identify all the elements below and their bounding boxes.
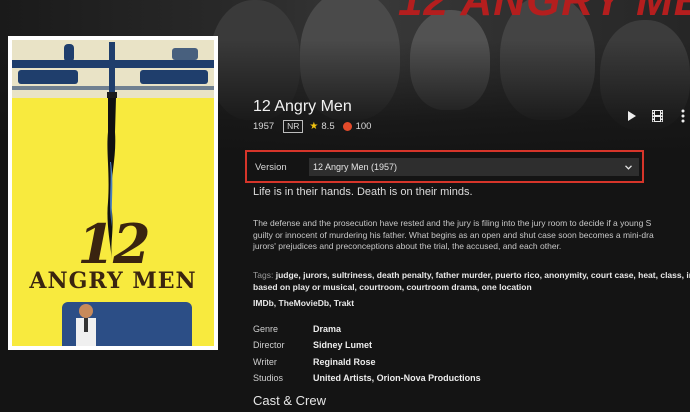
movie-title: 12 Angry Men bbox=[253, 98, 352, 115]
imdb-rating: 8.5 bbox=[321, 120, 335, 132]
credit-value[interactable]: Reginald Rose bbox=[313, 357, 376, 367]
tags: Tags: judge, jurors, sultriness, death p… bbox=[253, 270, 690, 293]
credit-key: Writer bbox=[253, 356, 277, 367]
poster-title-number: 12 bbox=[77, 212, 150, 276]
poster-figure-art bbox=[76, 304, 96, 346]
summary: The defense and the prosecution have res… bbox=[253, 218, 690, 253]
poster-title-text: ANGRY MEN bbox=[29, 268, 197, 294]
cast-crew-heading: Cast & Crew bbox=[253, 393, 326, 408]
external-links[interactable]: IMDb, TheMovieDb, Trakt bbox=[253, 298, 354, 308]
tags-list[interactable]: based on play or musical, courtroom, cou… bbox=[253, 282, 532, 292]
summary-line: jurors' prejudices and preconceptions ab… bbox=[253, 241, 562, 251]
tagline: Life is in their hands. Death is on thei… bbox=[253, 186, 473, 198]
version-select[interactable]: 12 Angry Men (1957) bbox=[309, 158, 639, 176]
content-rating-badge: NR bbox=[283, 119, 304, 133]
poster-image: 12 ANGRY MEN bbox=[12, 40, 214, 346]
release-year: 1957 bbox=[253, 120, 275, 132]
trailer-button[interactable] bbox=[648, 108, 666, 124]
version-label: Version bbox=[255, 162, 287, 173]
credit-key: Studios bbox=[253, 373, 284, 384]
credit-value[interactable]: Sidney Lumet bbox=[313, 340, 372, 350]
star-icon: ★ bbox=[309, 120, 319, 132]
credit-value[interactable]: Drama bbox=[313, 324, 341, 334]
summary-line: The defense and the prosecution have res… bbox=[253, 218, 652, 228]
summary-line: guilty or innocent of murdering his fath… bbox=[253, 229, 654, 240]
credit-value[interactable]: United Artists, Orion-Nova Productions bbox=[313, 373, 481, 383]
credit-key: Genre bbox=[253, 324, 279, 335]
credit-row-studios: Studios United Artists, Orion-Nova Produ… bbox=[253, 370, 481, 386]
credit-row-writer: Writer Reginald Rose bbox=[253, 354, 481, 370]
credits-table: Genre Drama Director Sidney Lumet Writer… bbox=[253, 321, 481, 386]
movie-meta: 1957 NR ★ 8.5 100 bbox=[253, 119, 371, 133]
tomato-score: 100 bbox=[355, 120, 372, 132]
film-strip-icon bbox=[651, 110, 663, 122]
credit-key: Director bbox=[253, 340, 285, 351]
version-highlight-box: Version 12 Angry Men (1957) bbox=[245, 150, 644, 183]
backdrop-title-art: 12 ANGRY MEN bbox=[398, 0, 690, 25]
tomato-icon bbox=[342, 121, 352, 131]
credit-row-genre: Genre Drama bbox=[253, 321, 481, 337]
tags-list[interactable]: judge, jurors, sultriness, death penalty… bbox=[276, 270, 690, 280]
poster-card[interactable]: 12 ANGRY MEN bbox=[8, 36, 218, 350]
more-vertical-icon bbox=[681, 109, 685, 123]
action-bar bbox=[622, 108, 690, 124]
play-icon bbox=[627, 111, 636, 121]
version-selected-value: 12 Angry Men (1957) bbox=[313, 162, 398, 172]
credit-row-director: Director Sidney Lumet bbox=[253, 337, 481, 353]
tags-label: Tags: bbox=[253, 270, 274, 280]
more-options-button[interactable] bbox=[674, 108, 690, 124]
play-button[interactable] bbox=[622, 108, 640, 124]
chevron-down-icon bbox=[625, 158, 632, 176]
